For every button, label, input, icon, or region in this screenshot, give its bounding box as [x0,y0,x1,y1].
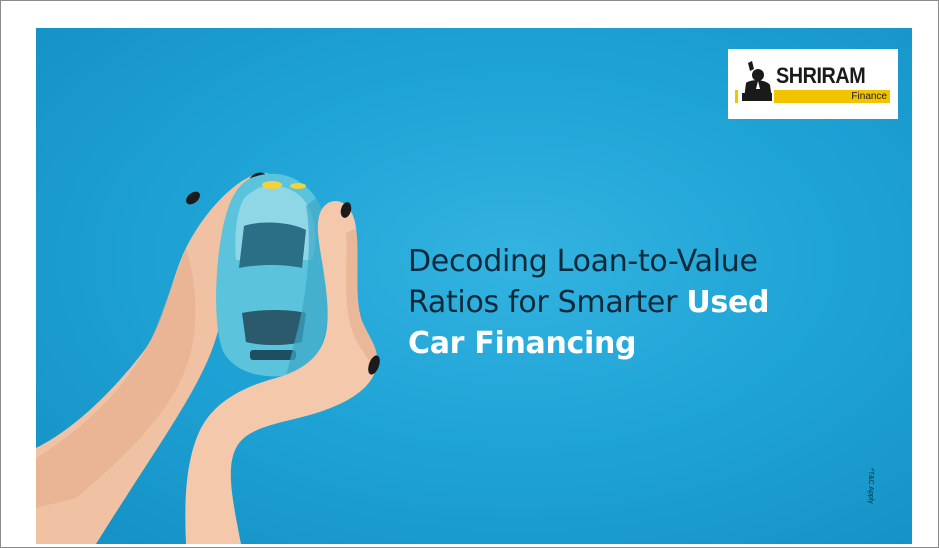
logo-man-icon [738,59,774,105]
headline-line-2-highlight: Used [686,285,770,320]
shriram-finance-logo: SHRIRAM Finance [728,49,898,119]
hands-holding-toy-car-image [36,172,380,544]
image-frame: SHRIRAM Finance Decoding Loan-to-Value R… [0,0,939,548]
headline-line-2: Ratios for Smarter Used [408,282,770,323]
headline: Decoding Loan-to-Value Ratios for Smarte… [408,241,770,364]
headline-line-2-plain: Ratios for Smarter [408,285,687,320]
toy-car [216,173,332,377]
headline-line-3: Car Financing [408,326,637,361]
logo-wordmark: SHRIRAM [776,63,866,88]
logo-subtitle: Finance [851,91,887,102]
terms-disclaimer: *T&C Apply [867,468,874,504]
promo-banner: SHRIRAM Finance Decoding Loan-to-Value R… [36,28,912,544]
headline-line-1: Decoding Loan-to-Value [408,244,758,279]
